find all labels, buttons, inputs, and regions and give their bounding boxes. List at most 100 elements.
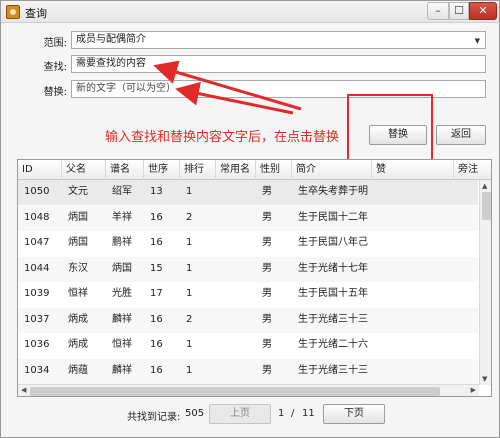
table-cell: 16 <box>150 364 163 376</box>
replace-button[interactable]: 替换 <box>369 125 427 145</box>
table-cell <box>216 231 256 256</box>
scroll-right-icon[interactable]: ▶ <box>471 386 476 394</box>
table-cell: 生于光绪三十三 <box>298 364 368 376</box>
table-cell: 炳成 <box>68 339 88 350</box>
window-title: 查询 <box>25 7 47 20</box>
total-pages: 11 <box>302 408 315 419</box>
table-cell <box>216 308 256 333</box>
table-cell <box>372 231 454 256</box>
column-header[interactable]: 世序 <box>144 160 180 180</box>
table-cell: 男 <box>262 186 272 197</box>
table-cell: 男 <box>262 237 272 248</box>
table-cell: 恒祥 <box>112 339 132 350</box>
scroll-left-icon[interactable]: ◀ <box>21 386 26 394</box>
table-cell: 炳国 <box>68 237 88 248</box>
table-cell: 男 <box>262 262 272 274</box>
table-row[interactable]: 1037 炳成 麟祥 16 2 男 生于光绪三十三 <box>18 307 478 333</box>
table-row[interactable]: 1048 炳国 羊祥 16 2 男 生于民国十二年 <box>18 205 478 231</box>
table-cell <box>216 206 256 231</box>
horizontal-scrollbar[interactable]: ◀ ▶ <box>18 384 479 396</box>
scroll-down-icon[interactable]: ▼ <box>482 375 487 383</box>
find-label: 查找: <box>43 62 67 73</box>
table-cell <box>372 359 454 384</box>
table-cell: 1037 <box>24 313 50 325</box>
prev-page-button[interactable]: 上页 <box>209 404 271 424</box>
table-cell: 15 <box>150 262 163 274</box>
table-cell <box>372 308 454 333</box>
table-row[interactable]: 1047 炳国 鹏祥 16 1 男 生于民国八年己 <box>18 231 478 256</box>
scroll-up-icon[interactable]: ▲ <box>482 182 487 190</box>
table-cell: 1 <box>186 186 193 197</box>
column-header[interactable]: 简介 <box>292 160 372 180</box>
table-cell: 生于民国八年己 <box>298 237 368 248</box>
column-header[interactable]: 赞 <box>372 160 454 180</box>
table-cell <box>372 333 454 358</box>
table-cell: 文元 <box>68 186 88 197</box>
range-select[interactable]: 成员与配偶简介 ▼ <box>71 31 486 49</box>
table-cell: 1 <box>186 288 193 299</box>
column-header[interactable]: 旁注 <box>454 160 491 180</box>
table-cell: 13 <box>150 186 163 197</box>
table-row[interactable]: 1050 文元 绍军 13 1 男 生卒失考葬于明 <box>18 180 478 205</box>
table-cell: 16 <box>150 313 163 325</box>
table-cell: 炳国 <box>68 211 88 223</box>
table-cell: 1047 <box>24 237 50 248</box>
column-header[interactable]: 谱名 <box>106 160 144 180</box>
table-cell: 绍军 <box>112 186 132 197</box>
table-cell: 东汉 <box>68 262 88 274</box>
table-cell: 麟祥 <box>112 364 132 376</box>
chevron-down-icon[interactable]: ▼ <box>475 33 480 48</box>
table-cell: 男 <box>262 339 272 350</box>
table-cell <box>216 180 256 205</box>
close-button[interactable]: ✕ <box>469 2 497 20</box>
current-page: 1 <box>278 408 285 419</box>
table-cell: 1044 <box>24 262 50 274</box>
table-cell: 生于光绪三十三 <box>298 313 368 325</box>
column-header[interactable]: 父名 <box>62 160 106 180</box>
table-cell: 2 <box>186 211 193 223</box>
vertical-scroll-thumb[interactable] <box>482 192 491 220</box>
table-row[interactable]: 1036 炳成 恒祥 16 1 男 生于光绪二十六 <box>18 333 478 358</box>
table-cell: 1 <box>186 237 193 248</box>
next-page-button[interactable]: 下页 <box>323 404 385 424</box>
column-header[interactable]: 排行 <box>180 160 216 180</box>
query-window: 查询 – ☐ ✕ 范围: 成员与配偶简介 ▼ 查找: 需要查找的内容 替换: 新… <box>0 0 500 438</box>
table-row[interactable]: 1044 东汉 炳国 15 1 男 生于光绪十七年 <box>18 256 478 282</box>
find-input[interactable]: 需要查找的内容 <box>71 55 486 73</box>
table-cell: 1039 <box>24 288 50 299</box>
table-cell: 鹏祥 <box>112 237 132 248</box>
back-button[interactable]: 返回 <box>436 125 486 145</box>
table-cell: 16 <box>150 237 163 248</box>
table-cell: 生卒失考葬于明 <box>298 186 368 197</box>
table-cell: 炳成 <box>68 313 88 325</box>
table-cell <box>372 180 454 205</box>
table-cell <box>216 359 256 384</box>
table-cell: 1 <box>186 262 193 274</box>
range-value: 成员与配偶简介 <box>76 34 146 45</box>
table-cell: 16 <box>150 211 163 223</box>
table-cell: 1048 <box>24 211 50 223</box>
table-cell: 生于光绪二十六 <box>298 339 368 350</box>
table-cell: 17 <box>150 288 163 299</box>
table-cell <box>216 257 256 282</box>
table-cell <box>372 206 454 231</box>
maximize-button[interactable]: ☐ <box>449 2 469 20</box>
column-header[interactable]: 常用名 <box>216 160 256 180</box>
records-count: 505 <box>185 408 205 419</box>
table-row[interactable]: 1034 炳蕴 麟祥 16 1 男 生于光绪三十三 <box>18 358 478 384</box>
table-cell: 1050 <box>24 186 50 197</box>
results-table[interactable]: ID 父名 谱名 世序 排行 常用名 性别 简介赞旁注 1050 文元 绍军 13 1 男 生卒失考葬于明… <box>17 159 492 397</box>
table-cell: 男 <box>262 288 272 299</box>
table-cell: 羊祥 <box>112 211 132 223</box>
column-header[interactable]: 性别 <box>256 160 292 180</box>
column-header[interactable]: ID <box>18 160 62 180</box>
horizontal-scroll-thumb[interactable] <box>30 387 440 396</box>
table-cell <box>372 282 454 307</box>
minimize-button[interactable]: – <box>427 2 449 20</box>
table-header: ID 父名 谱名 世序 排行 常用名 性别 简介赞旁注 <box>18 160 491 180</box>
app-icon <box>6 5 20 19</box>
table-cell: 1036 <box>24 339 50 350</box>
table-cell: 炳国 <box>112 262 132 274</box>
table-row[interactable]: 1039 恒祥 光胜 17 1 男 生于民国十五年 <box>18 282 478 307</box>
vertical-scrollbar[interactable]: ▲ ▼ <box>479 180 491 385</box>
